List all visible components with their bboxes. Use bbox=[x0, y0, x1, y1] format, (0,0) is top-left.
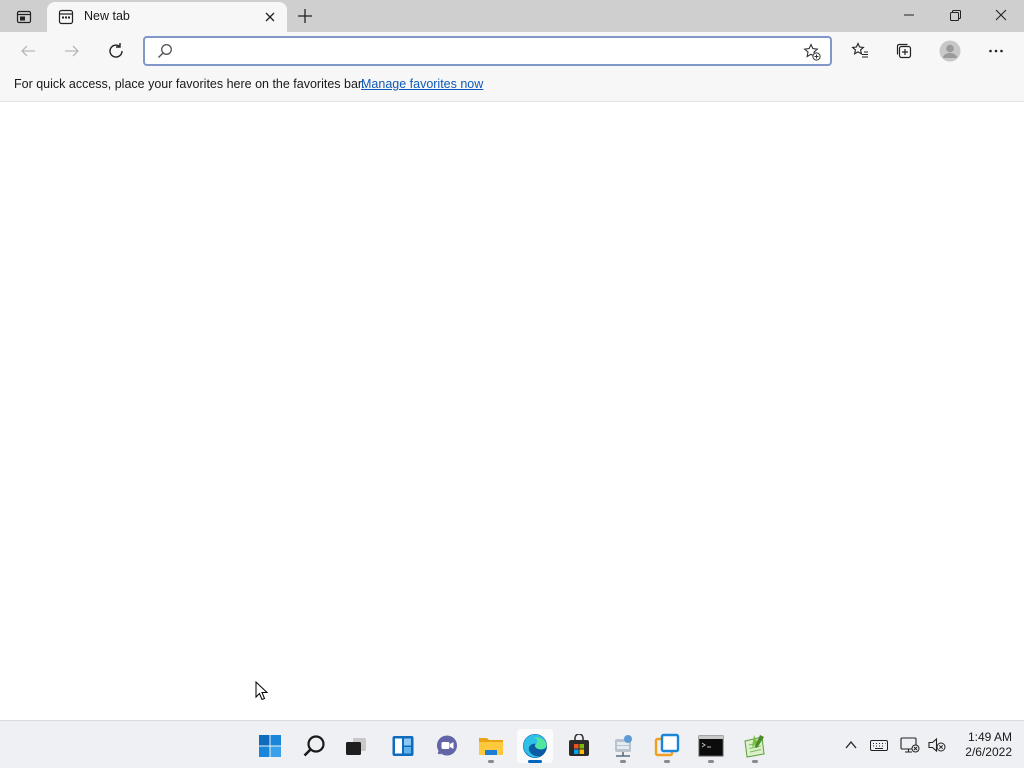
search-icon bbox=[158, 44, 172, 58]
collections-button[interactable] bbox=[890, 37, 918, 65]
arrow-right-icon bbox=[65, 45, 79, 57]
clock-time: 1:49 AM bbox=[967, 730, 1012, 744]
network-drive-icon bbox=[615, 735, 632, 757]
favorites-star-list-icon bbox=[851, 42, 868, 58]
terminal-icon bbox=[698, 735, 724, 757]
favorites-bar-message: For quick access, place your favorites h… bbox=[14, 77, 365, 91]
windows-start-icon bbox=[259, 735, 281, 757]
running-indicator bbox=[752, 760, 758, 763]
address-bar[interactable] bbox=[143, 36, 832, 66]
new-tab-button[interactable] bbox=[293, 4, 317, 28]
close-icon bbox=[265, 12, 275, 22]
settings-more-button[interactable] bbox=[982, 37, 1010, 65]
refresh-icon bbox=[109, 43, 123, 58]
input-indicator-button[interactable] bbox=[867, 733, 891, 757]
active-indicator bbox=[528, 760, 542, 763]
notepad-plus-icon bbox=[744, 735, 765, 758]
mouse-cursor-icon bbox=[255, 681, 269, 701]
keyboard-icon bbox=[870, 740, 888, 751]
vm-window-icon bbox=[654, 733, 680, 757]
favorites-bar: For quick access, place your favorites h… bbox=[0, 70, 1024, 102]
folder-icon bbox=[479, 738, 503, 755]
taskbar-task-view-button[interactable] bbox=[338, 729, 374, 763]
running-indicator bbox=[620, 760, 626, 763]
network-disconnected-icon bbox=[900, 737, 920, 753]
minimize-button[interactable] bbox=[886, 0, 932, 30]
tab-strip: New tab bbox=[0, 0, 1024, 32]
page-content bbox=[0, 103, 1024, 720]
taskbar-notepad-plus[interactable] bbox=[737, 729, 773, 763]
tab-new-tab[interactable]: New tab bbox=[47, 2, 287, 32]
new-tab-page-icon bbox=[58, 9, 74, 25]
taskbar-microsoft-store[interactable] bbox=[561, 729, 597, 763]
profile-button[interactable] bbox=[936, 37, 964, 65]
add-to-favorites-button[interactable] bbox=[802, 42, 822, 62]
network-status-button[interactable] bbox=[898, 733, 922, 757]
taskbar-network-drive[interactable] bbox=[605, 729, 641, 763]
plus-icon bbox=[298, 9, 312, 23]
tab-actions-icon bbox=[16, 10, 32, 24]
volume-muted-icon bbox=[928, 737, 946, 753]
task-view-icon bbox=[346, 738, 366, 755]
taskbar-file-explorer[interactable] bbox=[473, 729, 509, 763]
taskbar-microsoft-edge[interactable] bbox=[517, 729, 553, 763]
taskbar-search-button[interactable] bbox=[296, 729, 332, 763]
taskbar-virtual-machine[interactable] bbox=[649, 729, 685, 763]
forward-button[interactable] bbox=[58, 37, 86, 65]
restore-button[interactable] bbox=[932, 0, 978, 30]
address-input[interactable] bbox=[181, 41, 781, 61]
collections-icon bbox=[896, 43, 912, 59]
edge-icon bbox=[523, 734, 547, 758]
volume-button[interactable] bbox=[925, 733, 949, 757]
taskbar: 1:49 AM 2/6/2022 bbox=[0, 720, 1024, 768]
manage-favorites-link[interactable]: Manage favorites now bbox=[361, 77, 483, 91]
show-hidden-icons-button[interactable] bbox=[839, 733, 863, 757]
running-indicator bbox=[708, 760, 714, 763]
minimize-icon bbox=[904, 14, 914, 16]
taskbar-widgets-button[interactable] bbox=[385, 729, 421, 763]
refresh-button[interactable] bbox=[102, 37, 130, 65]
teams-chat-icon bbox=[437, 735, 457, 756]
tab-title: New tab bbox=[84, 9, 130, 23]
favorites-button[interactable] bbox=[846, 37, 874, 65]
taskbar-clock[interactable]: 1:49 AM 2/6/2022 bbox=[948, 730, 1012, 760]
arrow-left-icon bbox=[21, 45, 35, 57]
avatar-icon bbox=[939, 40, 961, 62]
clock-date: 2/6/2022 bbox=[965, 745, 1012, 759]
widgets-icon bbox=[392, 736, 414, 756]
more-horizontal-icon bbox=[989, 49, 1003, 53]
taskbar-command-prompt[interactable] bbox=[693, 729, 729, 763]
chevron-up-icon bbox=[845, 740, 857, 749]
restore-icon bbox=[949, 9, 961, 21]
running-indicator bbox=[664, 760, 670, 763]
close-icon bbox=[995, 9, 1007, 21]
taskbar-chat-button[interactable] bbox=[429, 729, 465, 763]
tab-actions-button[interactable] bbox=[9, 7, 39, 27]
taskbar-start-button[interactable] bbox=[252, 729, 288, 763]
search-icon bbox=[303, 735, 325, 757]
browser-toolbar bbox=[0, 32, 1024, 70]
running-indicator bbox=[488, 760, 494, 763]
store-icon bbox=[569, 734, 589, 756]
star-add-icon bbox=[803, 43, 821, 61]
close-tab-button[interactable] bbox=[261, 8, 279, 26]
close-window-button[interactable] bbox=[978, 0, 1024, 30]
back-button[interactable] bbox=[14, 37, 42, 65]
